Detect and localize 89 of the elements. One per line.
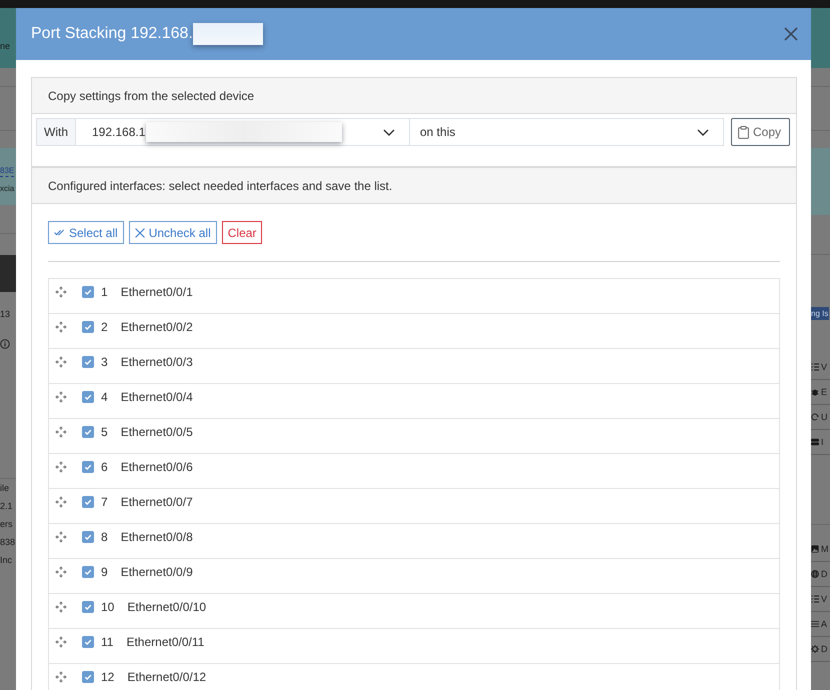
page-text: ile <box>0 482 10 495</box>
checkbox[interactable] <box>82 601 94 613</box>
panel-heading: Configured interfaces: select needed interfaces and save the list. <box>32 168 796 204</box>
source-device-select[interactable]: 192.168.1 <box>76 118 410 146</box>
dialog-title: Port Stacking 192.168. <box>31 25 193 43</box>
page-text: Inc <box>0 554 12 567</box>
interface-name: Ethernet0/0/10 <box>127 600 206 614</box>
image-icon <box>811 545 819 553</box>
clipboard-icon <box>738 126 749 138</box>
row-number: 7 <box>101 495 108 509</box>
move-icon[interactable] <box>55 356 67 368</box>
page-text: xcia <box>0 183 14 194</box>
move-icon[interactable] <box>55 636 67 648</box>
checkbox[interactable] <box>82 496 94 508</box>
bug-icon <box>811 388 819 396</box>
chevron-icon <box>697 128 709 136</box>
move-icon[interactable] <box>55 496 67 508</box>
page-text: 13 <box>0 308 10 320</box>
clear-button[interactable]: Clear <box>222 221 262 244</box>
row-number: 10 <box>101 600 114 614</box>
checkbox[interactable] <box>82 636 94 648</box>
checkbox[interactable] <box>82 461 94 473</box>
gear-icon <box>811 645 819 653</box>
interface-name: Ethernet0/0/7 <box>120 495 193 509</box>
header-band <box>811 8 830 68</box>
row-number: 1 <box>101 285 108 299</box>
refresh-icon <box>811 413 819 421</box>
checkbox[interactable] <box>82 391 94 403</box>
close-button[interactable] <box>784 27 798 41</box>
checkbox[interactable] <box>82 356 94 368</box>
interface-name: Ethernet0/0/9 <box>120 565 193 579</box>
menu-icon <box>811 620 819 628</box>
list-icon <box>811 595 819 603</box>
move-icon[interactable] <box>55 566 67 578</box>
move-icon[interactable] <box>55 286 67 298</box>
info-panel <box>811 148 830 215</box>
page-text: 838 <box>0 536 16 549</box>
target-select[interactable]: on this <box>410 118 724 146</box>
checkbox[interactable] <box>82 426 94 438</box>
checkbox[interactable] <box>82 286 94 298</box>
row-number: 3 <box>101 355 108 369</box>
move-icon[interactable] <box>55 601 67 613</box>
move-icon[interactable] <box>55 321 67 333</box>
move-icon[interactable] <box>55 461 67 473</box>
page-text: ne <box>0 40 10 52</box>
page-text: ers <box>0 518 13 531</box>
input-addon: With <box>36 118 76 146</box>
copy-button[interactable]: Copy <box>731 118 790 146</box>
interface-name: Ethernet0/0/1 <box>120 285 193 299</box>
move-icon[interactable] <box>55 671 67 683</box>
row-number: 8 <box>101 530 108 544</box>
uncheck-button[interactable]: Uncheck all <box>128 221 217 244</box>
row-number: 5 <box>101 425 108 439</box>
interface-name: Ethernet0/0/3 <box>120 355 193 369</box>
interface-name: Ethernet0/0/4 <box>120 390 193 404</box>
interface-name: Ethernet0/0/11 <box>126 635 204 649</box>
checkbox[interactable] <box>82 566 94 578</box>
row-number: 2 <box>101 320 108 334</box>
row-number: 4 <box>101 390 108 404</box>
server-icon <box>811 438 819 446</box>
row-number: 12 <box>101 670 114 684</box>
interface-name: Ethernet0/0/8 <box>120 530 193 544</box>
photo-placeholder <box>0 255 16 292</box>
interface-name: Ethernet0/0/2 <box>120 320 193 334</box>
list-icon <box>811 363 819 371</box>
redaction-block <box>192 23 263 45</box>
page-text: 2.1 <box>0 500 13 513</box>
checkbox[interactable] <box>82 671 94 683</box>
device-link[interactable]: 83E <box>0 165 14 177</box>
move-icon[interactable] <box>55 531 67 543</box>
close-icon <box>784 27 798 41</box>
checkbox[interactable] <box>82 321 94 333</box>
interface-name: Ethernet0/0/12 <box>127 670 206 684</box>
interface-name: Ethernet0/0/6 <box>120 460 193 474</box>
move-icon[interactable] <box>55 391 67 403</box>
info-icon <box>0 339 10 349</box>
move-icon[interactable] <box>55 426 67 438</box>
checkbox[interactable] <box>82 531 94 543</box>
close-icon <box>134 228 145 238</box>
row-number: 11 <box>101 635 114 649</box>
row-number: 6 <box>101 460 108 474</box>
globe-icon <box>811 570 819 578</box>
row-number: 9 <box>101 565 108 579</box>
panel-heading: Copy settings from the selected device <box>32 78 796 114</box>
double-check-icon <box>54 229 65 236</box>
interface-name: Ethernet0/0/5 <box>120 425 193 439</box>
select-button[interactable]: Select all <box>48 221 124 244</box>
chevron-icon <box>383 128 395 136</box>
status-badge: ng Is <box>811 307 830 320</box>
